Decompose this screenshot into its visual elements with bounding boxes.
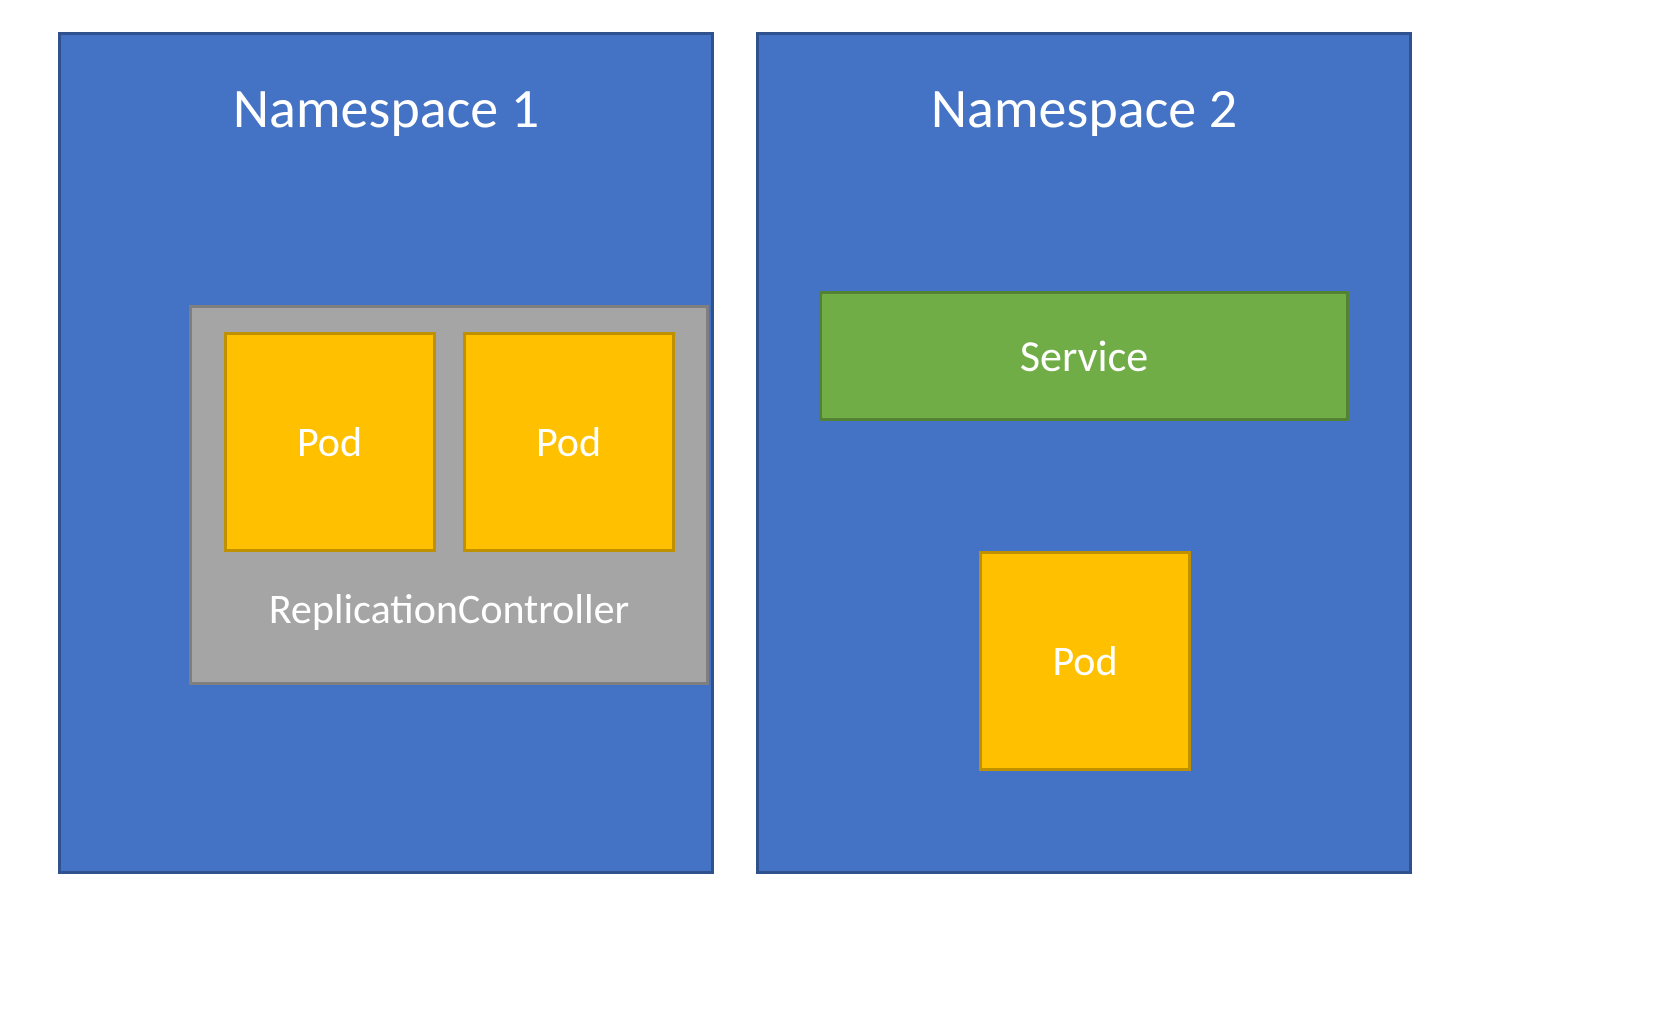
pod-2-label: Pod (536, 417, 601, 468)
replication-controller-label: ReplicationController (192, 584, 706, 635)
service-label: Service (1020, 329, 1148, 383)
namespace-2-box: Namespace 2 Service Pod (756, 32, 1412, 874)
namespace-2-title: Namespace 2 (759, 75, 1409, 143)
namespace-2-pod-box: Pod (979, 551, 1191, 771)
replication-controller-box: Pod Pod ReplicationController (189, 305, 709, 685)
rc-pods-row: Pod Pod (192, 308, 706, 552)
namespace-1-box: Namespace 1 Pod Pod ReplicationControlle… (58, 32, 714, 874)
pod-box-1: Pod (224, 332, 436, 552)
pod-box-2: Pod (463, 332, 675, 552)
service-box: Service (819, 291, 1349, 421)
diagram-canvas: Namespace 1 Pod Pod ReplicationControlle… (0, 0, 1678, 1032)
namespace-1-title: Namespace 1 (61, 75, 711, 143)
pod-1-label: Pod (297, 417, 362, 468)
namespace-2-pod-label: Pod (1052, 636, 1117, 687)
